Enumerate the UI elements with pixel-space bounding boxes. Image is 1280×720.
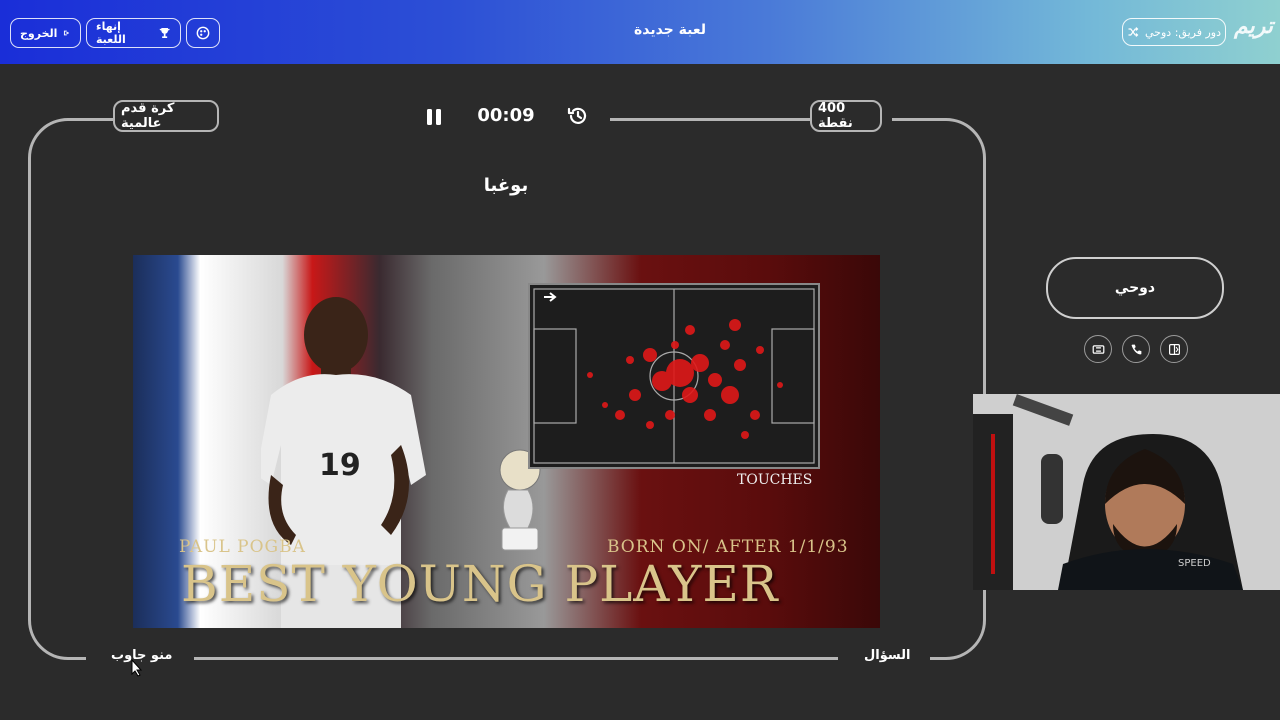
mouse-cursor-icon (131, 659, 143, 677)
theme-button[interactable] (186, 18, 220, 48)
call-helper-button[interactable] (1122, 335, 1150, 363)
trophy-icon (159, 28, 170, 38)
team-score-card[interactable]: دوحي (1046, 257, 1224, 319)
exit-button[interactable]: الخروج (10, 18, 81, 48)
double-points-button[interactable] (1160, 335, 1188, 363)
pause-button[interactable] (422, 105, 446, 129)
pause-icon (427, 109, 441, 125)
answer-text: بوغبا (483, 175, 529, 196)
team-name: دوحي (1114, 280, 1156, 296)
headline-caption: BEST YOUNG PLAYER (181, 555, 779, 613)
app-logo: تريم (1234, 14, 1274, 39)
shuffle-icon (1128, 27, 1139, 37)
history-icon (567, 107, 587, 124)
phone-icon (1131, 344, 1141, 354)
question-button[interactable]: السؤال (864, 648, 910, 663)
heatmap-svg (533, 288, 815, 464)
category-tag: كرة قدم عالمية (113, 100, 219, 132)
heatmap-pitch (528, 283, 820, 469)
double-icon (1168, 343, 1180, 355)
team-turn-indicator[interactable]: دور فريق: دوحي (1122, 18, 1226, 46)
exit-icon (64, 30, 70, 36)
exit-button-label: الخروج (20, 26, 58, 40)
swap-helper-button[interactable] (1084, 335, 1112, 363)
player-name-caption: PAUL POGBA (179, 537, 306, 557)
palette-icon (196, 26, 210, 40)
webcam-overlay: SPEED (973, 394, 1280, 590)
jersey-number: 19 (319, 448, 361, 483)
end-game-button[interactable]: إنهاء اللعبة (86, 18, 181, 48)
team-turn-label: دور فريق: دوحي (1145, 25, 1221, 39)
question-image: 19 TOUCHES PAUL POGBA BORN ON/ AFTER 1/1… (133, 255, 880, 628)
page-title: لعبة جديدة (633, 22, 707, 38)
webcam-feed: SPEED (973, 394, 1280, 590)
end-game-label: إنهاء اللعبة (96, 20, 126, 46)
born-caption: BORN ON/ AFTER 1/1/93 (607, 537, 849, 557)
timer-display: 00:09 (477, 105, 535, 126)
points-tag: 400 نقطة (810, 100, 882, 132)
top-bar: الخروج إنهاء اللعبة لعبة جديدة دور فريق:… (0, 0, 1280, 64)
svg-text:SPEED: SPEED (1178, 558, 1211, 569)
heatmap-label: TOUCHES (737, 472, 813, 488)
reset-timer-button[interactable] (566, 104, 590, 128)
swap-icon (1092, 344, 1104, 354)
